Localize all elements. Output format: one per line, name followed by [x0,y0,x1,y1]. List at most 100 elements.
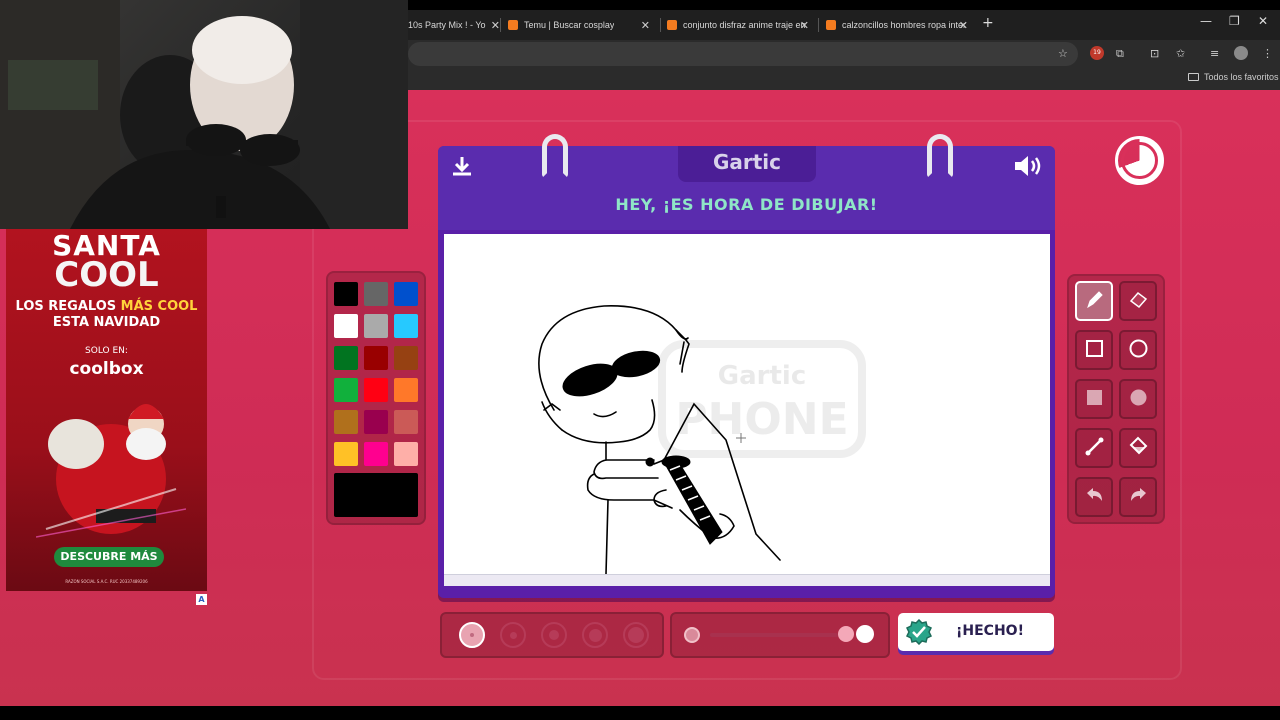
webcam-overlay [0,0,408,229]
close-window-icon[interactable]: ✕ [1258,14,1268,28]
rectangle-outline-tool[interactable] [1075,330,1113,370]
extensions-icon[interactable]: ⧉ [1116,47,1124,61]
color-swatch[interactable] [364,442,388,466]
screen: 10s Party Mix ! - Yo ✕ Temu | Buscar cos… [0,0,1280,720]
color-swatch[interactable] [364,282,388,306]
color-swatch[interactable] [394,378,418,402]
redo-icon [1126,483,1151,512]
fill-bucket-tool[interactable] [1119,428,1157,468]
tab-temu-cosplay[interactable]: Temu | Buscar cosplay ✕ [508,12,654,38]
close-tab-icon[interactable]: ✕ [491,19,500,32]
drawing-image: Gartic PHONE [538,305,866,575]
bottom-letterbox [0,706,1280,720]
tab-calzoncillos[interactable]: calzoncillos hombres ropa inter ✕ [826,12,972,38]
color-swatch[interactable] [394,442,418,466]
ad-banner[interactable]: SANTA COOL LOS REGALOS MÁS COOL ESTA NAV… [6,229,207,591]
download-icon[interactable] [450,154,474,182]
brush-size-option[interactable] [623,622,649,648]
extension-badge-count: 19 [1093,49,1101,56]
rectangle-fill-tool[interactable] [1075,379,1113,419]
ad-title-line2: COOL [54,255,159,295]
binder-ring-right [927,134,953,178]
url-field[interactable] [408,42,1078,66]
brush-size-dot-icon [509,631,517,639]
color-swatch[interactable] [394,346,418,370]
brush-size-option[interactable] [582,622,608,648]
ad-santa-image [36,404,186,538]
ellipse-fill-tool[interactable] [1119,379,1157,419]
ad-subtitle-line2: ESTA NAVIDAD [52,315,161,330]
color-swatch[interactable] [334,378,358,402]
close-tab-icon[interactable]: ✕ [641,19,650,32]
sound-icon[interactable] [1013,154,1043,182]
profile-avatar[interactable] [1234,46,1248,60]
close-tab-icon[interactable]: ✕ [959,19,968,32]
temu-favicon-icon [826,20,836,30]
current-color-preview [334,473,418,517]
restore-icon[interactable]: ❐ [1229,14,1240,28]
minimize-icon[interactable]: — [1200,14,1212,28]
color-swatch[interactable] [334,346,358,370]
ad-brand-logo: coolbox [69,359,144,379]
favorites-icon[interactable]: ✩ [1176,47,1185,60]
menu-kebab-icon[interactable]: ⋮ [1262,47,1273,60]
screenshot-icon[interactable]: ⊡ [1150,47,1159,60]
color-swatch[interactable] [334,282,358,306]
timer-inner-ring [1121,142,1158,179]
color-swatch[interactable] [364,410,388,434]
line-tool[interactable] [1075,428,1113,468]
color-swatch[interactable] [364,346,388,370]
ad-subtitle-line1: LOS REGALOS MÁS COOL [6,299,207,315]
brush-size-dot-icon [628,627,644,643]
color-swatch[interactable] [334,410,358,434]
draw-prompt-heading: HEY, ¡ES HORA DE DIBUJAR! [615,195,878,214]
media-control-icon[interactable]: ≡ [1210,47,1219,60]
tab-label: 10s Party Mix ! - Yo [408,20,486,30]
watermark-word-2: PHONE [675,394,848,445]
brush-size-option[interactable] [541,622,567,648]
brush-size-dot-icon [588,628,602,642]
brush-size-option[interactable] [459,622,485,648]
tab-conjunto-disfraz[interactable]: conjunto disfraz anime traje en ✕ [667,12,813,38]
close-tab-icon[interactable]: ✕ [800,19,809,32]
new-tab-icon[interactable]: + [982,15,994,31]
tab-separator [818,18,819,32]
redo-button[interactable] [1119,477,1157,517]
eraser-icon [1126,287,1151,316]
temu-favicon-icon [667,20,677,30]
color-swatch[interactable] [394,282,418,306]
square-filled-icon [1082,385,1107,414]
color-swatch[interactable] [364,314,388,338]
webcam-figure-image [0,0,408,229]
opacity-low-icon [684,627,700,643]
watermark-word-1: Gartic [718,361,806,391]
extension-badge-icon[interactable]: 19 [1090,46,1104,60]
circle-outline-icon [1126,336,1151,365]
paper-stack-edge [444,574,1050,586]
checkmark-badge-icon [906,619,932,645]
brush-size-option[interactable] [500,622,526,648]
all-bookmarks-button[interactable]: Todos los favoritos [1188,72,1279,82]
ad-subtitle-highlight: MÁS COOL [120,299,198,314]
eraser-tool[interactable] [1119,281,1157,321]
drawing-canvas[interactable]: Gartic PHONE [444,234,1050,575]
opacity-slider-track[interactable] [710,633,838,637]
ad-subtitle-pre: LOS REGALOS [15,299,121,314]
ad-cta-button[interactable]: DESCUBRE MÁS [54,547,164,567]
color-swatch[interactable] [334,442,358,466]
pen-tool[interactable] [1075,281,1113,321]
opacity-high-icon [856,625,874,643]
undo-icon [1082,483,1107,512]
color-swatch[interactable] [334,314,358,338]
color-swatch[interactable] [394,314,418,338]
gartic-logo: Gartic [712,150,782,174]
ellipse-outline-tool[interactable] [1119,330,1157,370]
tab-label: Temu | Buscar cosplay [524,20,615,30]
color-swatch[interactable] [364,378,388,402]
color-swatch[interactable] [394,410,418,434]
adchoices-icon[interactable]: A [196,594,207,605]
bookmark-star-icon[interactable]: ☆ [1058,47,1068,60]
undo-button[interactable] [1075,477,1113,517]
opacity-slider-thumb[interactable] [838,626,854,642]
tab-party-mix[interactable]: 10s Party Mix ! - Yo ✕ [408,12,500,38]
